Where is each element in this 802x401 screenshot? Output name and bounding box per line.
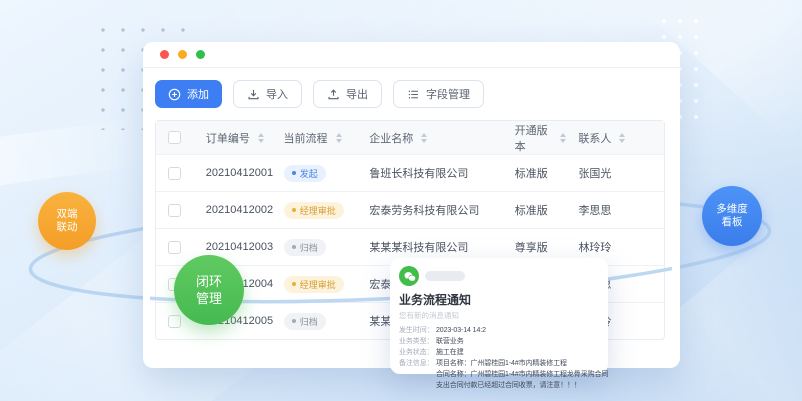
notification-subtitle: 您有新的消息通知 bbox=[399, 310, 600, 321]
flow-status-badge: 发起 bbox=[284, 165, 326, 182]
order-number-cell: 20210412001 bbox=[194, 167, 272, 179]
import-button-label: 导入 bbox=[266, 86, 288, 102]
table-row: 20210412002 经理审批 宏泰劳务科技有限公司 标准版 李思思 bbox=[156, 191, 664, 228]
import-icon bbox=[247, 88, 260, 101]
column-header-order: 订单编号 bbox=[206, 130, 250, 146]
company-cell: 鲁班长科技有限公司 bbox=[357, 165, 502, 181]
sort-icon[interactable] bbox=[258, 133, 264, 143]
order-number-cell: 20210412003 bbox=[194, 241, 272, 253]
import-button[interactable]: 导入 bbox=[233, 80, 302, 108]
table-row: 20210412001 发起 鲁班长科技有限公司 标准版 张国光 bbox=[156, 154, 664, 191]
export-icon bbox=[327, 88, 340, 101]
wechat-icon bbox=[399, 266, 419, 286]
notification-header bbox=[399, 266, 600, 286]
column-header-version: 开通版本 bbox=[515, 122, 553, 154]
flow-status-badge: 归档 bbox=[284, 239, 326, 256]
notification-fields: 发生时间：2023-03-14 14:2 业务类型：联营业务 业务状态：施工在建… bbox=[399, 325, 600, 391]
status-dot-icon bbox=[292, 208, 296, 212]
feature-badge-dual-linkage: 双端 联动 bbox=[38, 192, 96, 250]
contact-cell: 李思思 bbox=[566, 202, 664, 218]
notification-source-placeholder bbox=[425, 271, 465, 281]
row-checkbox[interactable] bbox=[168, 315, 181, 328]
status-dot-icon bbox=[292, 282, 296, 286]
company-cell: 宏泰劳务科技有限公司 bbox=[357, 202, 502, 218]
version-cell: 标准版 bbox=[503, 202, 567, 218]
contact-cell: 张国光 bbox=[566, 165, 664, 181]
table-header-row: 订单编号 当前流程 企业名称 开通版本 联系人 bbox=[156, 121, 664, 154]
feature-badge-closed-loop: 闭环 管理 bbox=[174, 255, 244, 325]
sort-icon[interactable] bbox=[619, 133, 625, 143]
export-button-label: 导出 bbox=[346, 86, 368, 102]
order-number-cell: 20210412002 bbox=[194, 204, 272, 216]
sort-icon[interactable] bbox=[421, 133, 427, 143]
flow-status-badge: 归档 bbox=[284, 313, 326, 330]
zoom-window-dot-icon[interactable] bbox=[196, 50, 205, 59]
status-dot-icon bbox=[292, 171, 296, 175]
column-header-company: 企业名称 bbox=[369, 130, 413, 146]
column-header-flow: 当前流程 bbox=[284, 130, 328, 146]
sort-icon[interactable] bbox=[336, 133, 342, 143]
notification-card: 业务流程通知 您有新的消息通知 发生时间：2023-03-14 14:2 业务类… bbox=[390, 258, 608, 374]
row-checkbox[interactable] bbox=[168, 167, 181, 180]
column-header-contact: 联系人 bbox=[578, 130, 611, 146]
notification-field: 业务类型：联营业务 bbox=[399, 336, 600, 347]
status-dot-icon bbox=[292, 245, 296, 249]
list-settings-icon bbox=[407, 88, 420, 101]
toolbar: 添加 导入 导出 字段管理 bbox=[143, 68, 680, 120]
add-button-label: 添加 bbox=[187, 86, 209, 102]
close-window-dot-icon[interactable] bbox=[160, 50, 169, 59]
feature-badge-multidimension-board: 多维度 看板 bbox=[702, 186, 762, 246]
notification-field: 业务状态：施工在建 bbox=[399, 347, 600, 358]
notification-field: 发生时间：2023-03-14 14:2 bbox=[399, 325, 600, 336]
minimize-window-dot-icon[interactable] bbox=[178, 50, 187, 59]
company-cell: 某某某科技有限公司 bbox=[357, 239, 502, 255]
select-all-checkbox[interactable] bbox=[168, 131, 181, 144]
marketing-screenshot: 添加 导入 导出 字段管理 bbox=[0, 0, 802, 401]
version-cell: 标准版 bbox=[503, 165, 567, 181]
notification-field: 合同名称：广州碧桂园1-4#市内精装修工程龙骨采购合同 bbox=[399, 369, 600, 380]
flow-status-badge: 经理审批 bbox=[284, 276, 344, 293]
plus-circle-icon bbox=[168, 88, 181, 101]
notification-field: 备注信息：项目名称：广州碧桂园1-4#市内精装修工程 bbox=[399, 358, 600, 369]
contact-cell: 林玲玲 bbox=[566, 239, 664, 255]
field-management-button[interactable]: 字段管理 bbox=[393, 80, 484, 108]
field-management-button-label: 字段管理 bbox=[426, 86, 470, 102]
row-checkbox[interactable] bbox=[168, 204, 181, 217]
window-titlebar bbox=[143, 42, 680, 68]
notification-title: 业务流程通知 bbox=[399, 291, 600, 308]
add-button[interactable]: 添加 bbox=[155, 80, 222, 108]
row-checkbox[interactable] bbox=[168, 241, 181, 254]
version-cell: 尊享版 bbox=[503, 239, 567, 255]
flow-status-badge: 经理审批 bbox=[284, 202, 344, 219]
status-dot-icon bbox=[292, 319, 296, 323]
export-button[interactable]: 导出 bbox=[313, 80, 382, 108]
notification-field: 支出合同付款已经超过合同收票，请注意！！！ bbox=[399, 380, 600, 391]
